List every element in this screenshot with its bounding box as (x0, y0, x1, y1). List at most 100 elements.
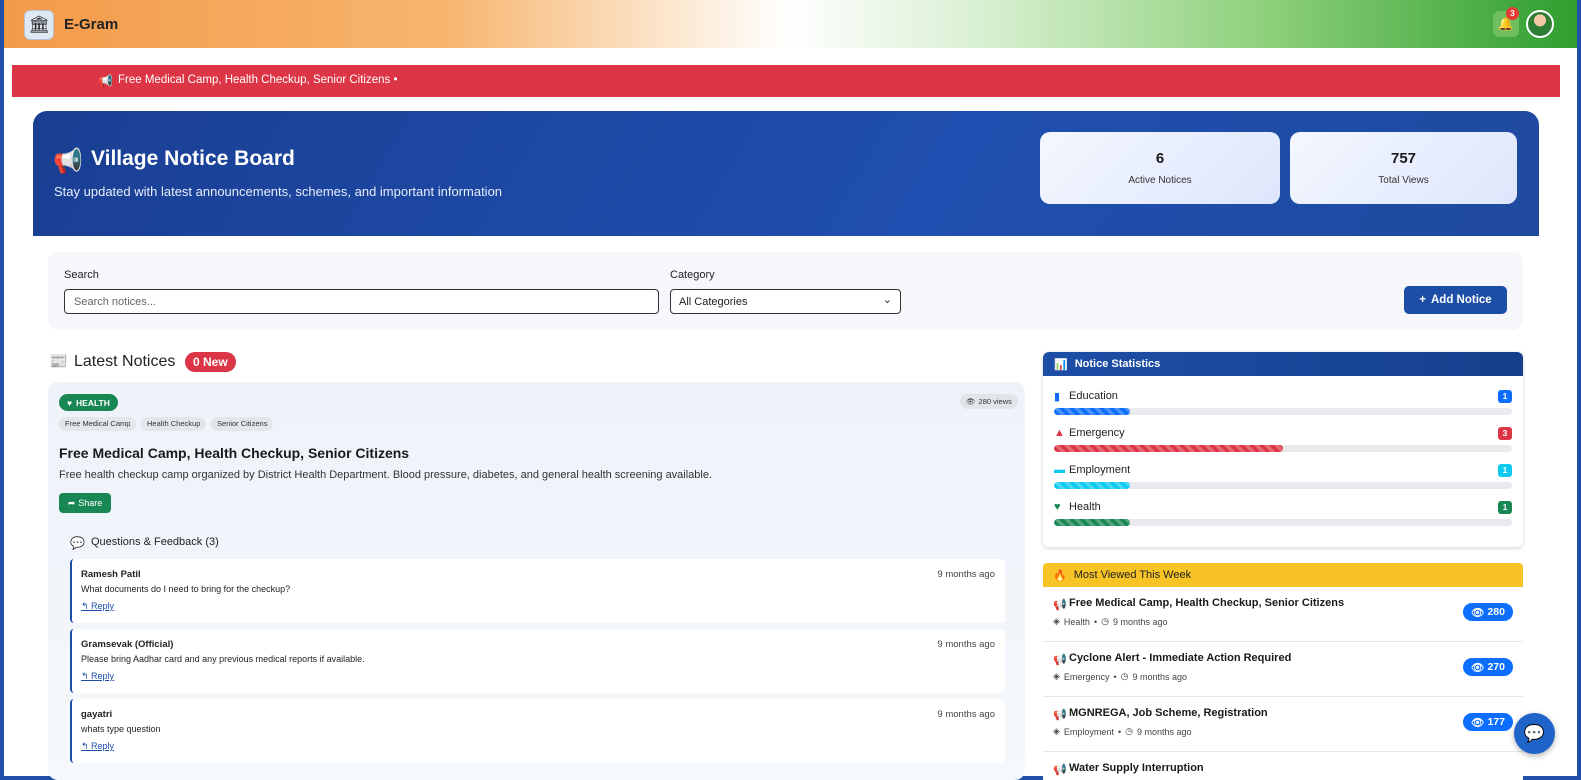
notice-description: Free health checkup camp organized by Di… (59, 469, 713, 481)
statistics-header: 📊 Notice Statistics (1043, 352, 1523, 376)
comment-text: Please bring Aadhar card and any previou… (81, 654, 365, 664)
total-views-card: 757 Total Views (1290, 132, 1517, 204)
comment-text: What documents do I need to bring for th… (81, 584, 291, 594)
share-button[interactable]: ➦ Share (59, 493, 111, 513)
stat-count: 1 (1498, 501, 1512, 514)
comment-author: Gramsevak (Official) (81, 639, 174, 650)
comment-item: Gramsevak (Official) 9 months ago Please… (70, 629, 1005, 693)
category-badge: ♥ HEALTH (59, 394, 118, 411)
views-count: 280 views (978, 397, 1012, 406)
tag-chip[interactable]: Senior Citizens (211, 417, 274, 431)
fire-icon: 🔥 (1053, 569, 1067, 582)
most-viewed-item[interactable]: 📢 Cyclone Alert - Immediate Action Requi… (1043, 642, 1523, 697)
stat-count: 1 (1498, 464, 1512, 477)
category-label: Category (670, 269, 715, 281)
hero-banner: 📢 Village Notice Board Stay updated with… (33, 111, 1539, 236)
ticker-text[interactable]: Free Medical Camp, Health Checkup, Senio… (118, 74, 398, 86)
plus-icon: + (1419, 294, 1426, 306)
item-title: Cyclone Alert - Immediate Action Require… (1069, 652, 1292, 664)
announcement-ticker: 📢 Free Medical Camp, Health Checkup, Sen… (12, 65, 1560, 97)
views-badge: 👁 280 views (960, 394, 1018, 409)
category-badge-label: HEALTH (76, 397, 110, 408)
views-count: 270 (1487, 661, 1505, 673)
reply-label: Reply (91, 741, 115, 751)
reply-link[interactable]: ↰ Reply (81, 601, 114, 612)
share-label: Share (78, 498, 103, 508)
reply-link[interactable]: ↰ Reply (81, 741, 114, 752)
views-pill: 👁 270 (1463, 658, 1513, 676)
tag-chip[interactable]: Health Checkup (141, 417, 207, 431)
most-viewed-item[interactable]: 📢 Free Medical Camp, Health Checkup, Sen… (1043, 587, 1523, 642)
most-viewed-header: 🔥 Most Viewed This Week (1043, 563, 1523, 587)
active-notices-value: 6 (1155, 150, 1165, 167)
stat-label: Emergency (1069, 427, 1125, 439)
comment-author: gayatri (81, 709, 113, 720)
stat-label: Education (1069, 390, 1118, 402)
statistics-title: Notice Statistics (1074, 358, 1161, 370)
most-viewed-item[interactable]: 📢 Water Supply Interruption (1043, 752, 1523, 780)
newspaper-icon: 📰 (49, 353, 68, 370)
item-meta: ◈ Employment • ◷ 9 months ago (1053, 726, 1192, 737)
user-avatar[interactable] (1526, 10, 1554, 38)
clock-icon: ◷ (1125, 726, 1133, 736)
views-count: 177 (1487, 716, 1505, 728)
latest-notices-title: Latest Notices (74, 353, 176, 370)
eye-icon: 👁 (1471, 716, 1485, 729)
item-meta: ◈ Emergency • ◷ 9 months ago (1053, 671, 1188, 682)
category-select[interactable]: All Categories ⌄ (670, 289, 901, 314)
chat-icon[interactable]: 💬 (1514, 713, 1555, 754)
filter-panel: Search Category All Categories ⌄ + Add N… (48, 252, 1523, 330)
stat-row-employment: ▬ Employment 1 (1054, 464, 1512, 494)
total-views-value: 757 (1390, 150, 1417, 167)
total-views-label: Total Views (1378, 175, 1429, 186)
add-notice-button[interactable]: + Add Notice (1404, 286, 1507, 314)
most-viewed-item[interactable]: 📢 MGNREGA, Job Scheme, Registration ◈ Em… (1043, 697, 1523, 752)
notice-title: Free Medical Camp, Health Checkup, Senio… (59, 445, 410, 461)
progress-fill (1054, 445, 1283, 452)
item-category: Emergency (1063, 671, 1110, 682)
stat-row-health: ♥ Health 1 (1054, 501, 1512, 531)
stat-count: 3 (1498, 427, 1512, 440)
eye-icon: 👁 (1471, 606, 1485, 619)
item-category: Health (1063, 616, 1090, 627)
new-count-badge: 0 New (185, 352, 236, 372)
tag-chip[interactable]: Free Medical Camp (59, 417, 137, 431)
item-title: Water Supply Interruption (1069, 762, 1204, 774)
item-category: Employment (1063, 726, 1114, 737)
layers-icon: ◈ (1053, 726, 1060, 736)
item-title: Free Medical Camp, Health Checkup, Senio… (1069, 597, 1345, 609)
megaphone-icon: 📢 (53, 148, 83, 175)
progress-fill (1054, 519, 1131, 526)
reply-label: Reply (91, 671, 115, 681)
views-pill: 👁 280 (1463, 603, 1513, 621)
comment-time: 9 months ago (937, 709, 995, 720)
eye-icon: 👁 (966, 397, 976, 406)
active-notices-label: Active Notices (1128, 175, 1192, 186)
comment-author: Ramesh Patil (81, 569, 141, 580)
most-viewed-panel: 🔥 Most Viewed This Week 📢 Free Medical C… (1043, 563, 1523, 780)
notice-statistics-panel: 📊 Notice Statistics ▮ Education 1 ▲ Emer… (1043, 352, 1523, 547)
page-subtitle: Stay updated with latest announcements, … (54, 184, 503, 199)
book-icon: ▮ (1054, 391, 1061, 403)
stat-row-emergency: ▲ Emergency 3 (1054, 427, 1512, 457)
megaphone-icon: 📢 (1053, 709, 1067, 721)
brand-name[interactable]: E-Gram (64, 16, 118, 33)
layers-icon: ◈ (1053, 671, 1060, 681)
reply-label: Reply (91, 601, 115, 611)
top-header: 🏛 E-Gram 🔔 3 (4, 0, 1577, 48)
item-meta: ◈ Health • ◷ 9 months ago (1053, 616, 1168, 627)
emblem-logo-icon[interactable]: 🏛 (24, 10, 54, 40)
megaphone-icon: 📢 (98, 74, 113, 88)
comment-item: gayatri 9 months ago whats type question… (70, 699, 1005, 763)
comments-icon: 💬 (70, 536, 85, 550)
reply-link[interactable]: ↰ Reply (81, 671, 114, 682)
share-icon: ➦ (67, 497, 76, 508)
megaphone-icon: 📢 (1053, 654, 1067, 666)
search-input[interactable] (64, 289, 659, 314)
comment-time: 9 months ago (937, 639, 995, 650)
heart-icon: ♥ (67, 397, 73, 408)
layers-icon: ◈ (1053, 616, 1060, 626)
page-title: Village Notice Board (91, 147, 295, 170)
bar-chart-icon: 📊 (1054, 358, 1068, 371)
item-time: 9 months ago (1136, 726, 1192, 737)
